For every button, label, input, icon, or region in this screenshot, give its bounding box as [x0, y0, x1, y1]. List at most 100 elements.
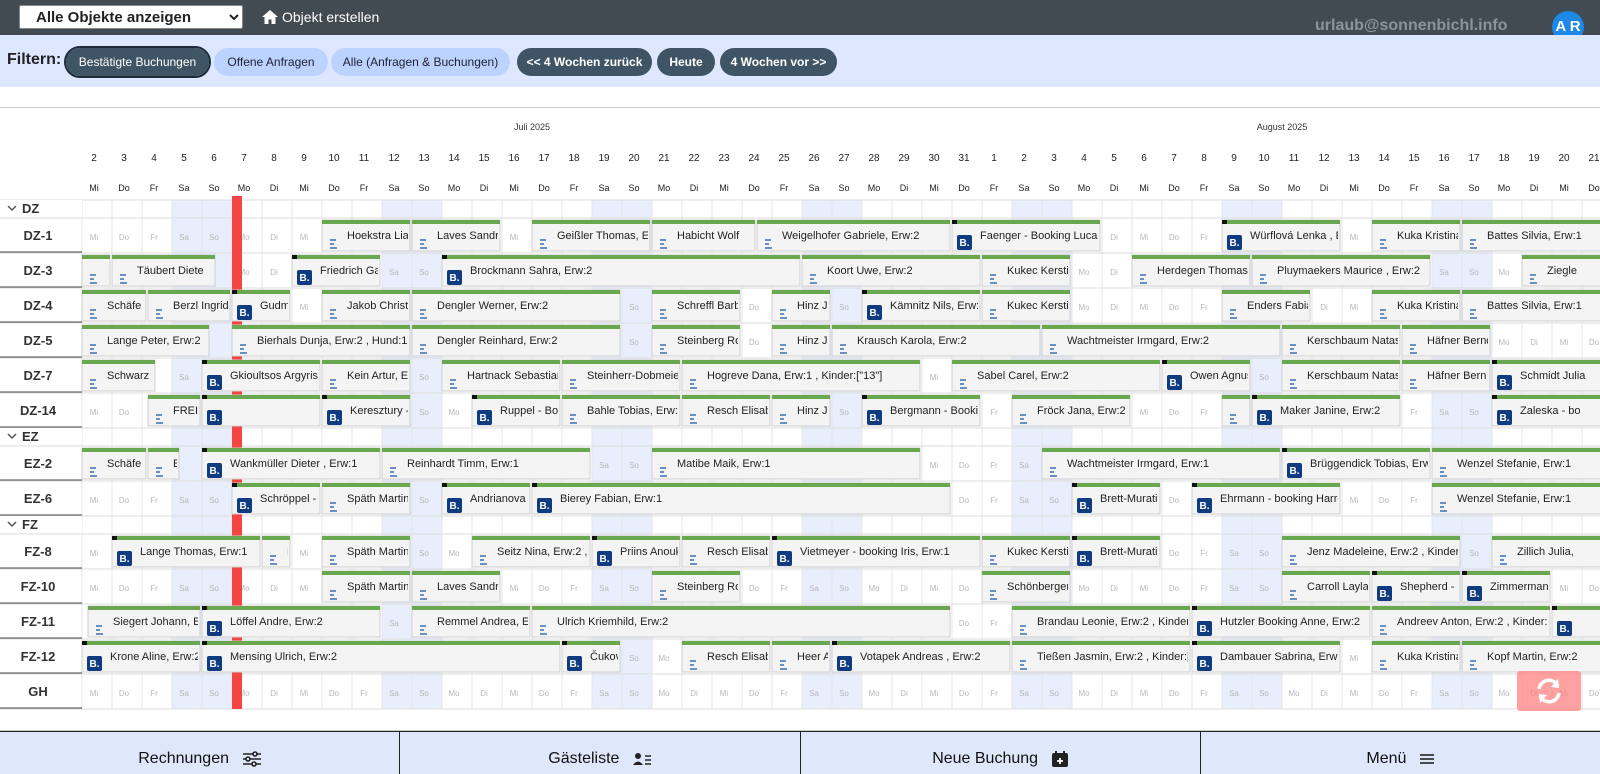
- booking-block[interactable]: Häfner Bern: [1401, 359, 1491, 392]
- booking-block[interactable]: B. Brüggendick Tobias, Erw:2: [1281, 447, 1440, 480]
- booking-block[interactable]: Sabel Carel, Erw:2: [951, 359, 1161, 392]
- booking-block[interactable]: Späth Martina: [321, 535, 416, 568]
- booking-block[interactable]: B. Faenger - Booking Lucas,: [951, 219, 1106, 252]
- booking-block[interactable]: Dengler Reinhard, Erw:2: [411, 324, 621, 357]
- booking-block[interactable]: Wenzel Stefanie, Erw:1: [1431, 447, 1600, 480]
- booking-block[interactable]: B.Keresztury - E: [321, 394, 420, 427]
- booking-block[interactable]: Laves Sandra,: [411, 219, 508, 252]
- booking-block[interactable]: B. Vietmeyer - booking Iris, Erw:1: [771, 535, 981, 568]
- booking-block[interactable]: Kopf Martin, Erw:2: [1461, 640, 1600, 673]
- booking-block[interactable]: Pluymaekers Maurice , Erw:2: [1251, 254, 1431, 287]
- booking-block[interactable]: Bierhals Dunja, Erw:2 , Hund:1: [231, 324, 411, 357]
- booking-block[interactable]: Battes Silvia, Erw:1: [1461, 289, 1600, 322]
- booking-block[interactable]: Carroll Layla: [1281, 570, 1371, 603]
- booking-block[interactable]: Täubert Diete: [111, 254, 216, 287]
- booking-block[interactable]: Jenz Madeleine, Erw:2 , Kinder:[: [1281, 535, 1465, 568]
- booking-block[interactable]: B. Mensing Ulrich, Erw:2: [201, 640, 561, 673]
- object-select[interactable]: Alle Objekte anzeigen: [19, 5, 243, 29]
- booking-block[interactable]: B. Löffel Andre, Erw:2: [201, 605, 381, 638]
- booking-block[interactable]: Kukec Kerstin: [981, 254, 1075, 287]
- booking-block[interactable]: Resch Elisab: [681, 394, 771, 427]
- booking-block[interactable]: Seitz Nina, Erw:2 ,: [471, 535, 591, 568]
- booking-block[interactable]: B. Andrianova: [441, 482, 531, 515]
- booking-block[interactable]: Steinherr-Dobmeie: [561, 359, 681, 392]
- booking-block[interactable]: B. Kämnitz Nils, Erw:2: [861, 289, 985, 322]
- booking-block[interactable]: [1221, 394, 1251, 427]
- booking-block[interactable]: Herdegen Thomas: [1131, 254, 1251, 287]
- booking-block[interactable]: Resch Elisab: [681, 535, 771, 568]
- booking-block[interactable]: Bahle Tobias, Erw:2: [561, 394, 684, 427]
- booking-block[interactable]: Wachtmeister Irmgard, Erw:1: [1041, 447, 1281, 480]
- booking-block[interactable]: Jakob Christ: [321, 289, 411, 322]
- booking-block[interactable]: Dengler Werner, Erw:2: [411, 289, 621, 322]
- booking-block[interactable]: Schreffl Barba: [651, 289, 747, 322]
- refresh-button[interactable]: [1517, 671, 1581, 711]
- booking-block[interactable]: B. Gkioultsos Argyris,: [201, 359, 321, 392]
- booking-block[interactable]: [81, 254, 111, 287]
- invoices-nav[interactable]: Rechnungen: [0, 731, 401, 774]
- booking-block[interactable]: B. Hutzler Booking Anne, Erw:2: [1191, 605, 1371, 638]
- booking-block[interactable]: Tießen Jasmin, Erw:2 , Kinder:[: [1011, 640, 1191, 673]
- booking-block[interactable]: B. Bergmann - Bookin: [861, 394, 984, 427]
- booking-block[interactable]: Battes Silvia, Erw:1: [1461, 219, 1600, 252]
- booking-block[interactable]: Andreev Anton, Erw:2 , Kinder:[: [1371, 605, 1551, 638]
- booking-block[interactable]: B. Dambauer Sabrina, Erw:2: [1191, 640, 1347, 673]
- booking-block[interactable]: Krausch Karola, Erw:2: [831, 324, 1041, 357]
- booking-block[interactable]: Schäfe: [81, 447, 147, 480]
- booking-block[interactable]: Kuka Kristina: [1371, 640, 1463, 673]
- booking-block[interactable]: B.Čukova: [561, 640, 628, 673]
- booking-block[interactable]: Kerschbaum Natas: [1281, 324, 1401, 357]
- four-weeks-back-button[interactable]: << 4 Wochen zurück: [517, 48, 652, 76]
- booking-block[interactable]: Reinhardt Timm, Erw:1: [381, 447, 591, 480]
- booking-block[interactable]: Laves Sandra: [411, 570, 506, 603]
- booking-block[interactable]: B. Lange Thomas, Erw:1: [111, 535, 261, 568]
- booking-block[interactable]: Remmel Andrea, E: [411, 605, 531, 638]
- booking-block[interactable]: Hinz Ju: [771, 289, 834, 322]
- booking-block[interactable]: Kuka Kristina: [1371, 289, 1463, 322]
- booking-block[interactable]: B. Schröppel -: [231, 482, 321, 515]
- booking-block[interactable]: Hinz Ju: [771, 394, 834, 427]
- booking-block[interactable]: B. Priins Anouk: [591, 535, 682, 568]
- booking-block[interactable]: Weigelhofer Gabriele, Erw:2: [756, 219, 951, 252]
- create-object-link[interactable]: Objekt erstellen: [262, 9, 379, 25]
- all-requests-bookings-button[interactable]: Alle (Anfragen & Buchungen): [331, 48, 510, 76]
- booking-block[interactable]: Kein Artur, Er: [321, 359, 412, 392]
- booking-block[interactable]: Resch Elisab: [681, 640, 771, 673]
- menu-nav[interactable]: Menü: [1200, 731, 1600, 774]
- booking-block[interactable]: Häfner Bernd: [1401, 324, 1492, 357]
- confirmed-bookings-button[interactable]: Bestätigte Buchungen: [64, 46, 211, 78]
- booking-block[interactable]: Kukec Kersti: [981, 535, 1071, 568]
- booking-block[interactable]: Hinz J: [771, 324, 831, 357]
- booking-block[interactable]: Geißler Thomas, Er: [531, 219, 653, 252]
- booking-block[interactable]: Berzl Ingrid: [147, 289, 231, 322]
- booking-block[interactable]: B. Owen Agnus,: [1161, 359, 1255, 392]
- booking-block[interactable]: Wachtmeister Irmgard, Erw:2: [1041, 324, 1281, 357]
- booking-block[interactable]: Lange Peter, Erw:2: [81, 324, 210, 357]
- booking-block[interactable]: Schäfe: [81, 289, 147, 322]
- booking-block[interactable]: Schönberger: [981, 570, 1071, 603]
- booking-block[interactable]: B. Ruppel - Boo: [471, 394, 564, 427]
- booking-block[interactable]: Zillich Julia,: [1491, 535, 1600, 568]
- booking-block[interactable]: Hartnack Sebastian: [441, 359, 563, 392]
- four-weeks-forward-button[interactable]: 4 Wochen vor >>: [720, 48, 837, 76]
- booking-block[interactable]: Brandau Leonie, Erw:2 , Kinder:[: [1011, 605, 1196, 638]
- booking-block[interactable]: B. Zaleska - bo: [1491, 394, 1600, 427]
- booking-block[interactable]: Hogreve Dana, Erw:1 , Kinder:["13"]: [681, 359, 921, 392]
- booking-block[interactable]: Fröck Jana, Erw:2: [1011, 394, 1131, 427]
- booking-block[interactable]: B. Krone Aline, Erw:2 ,: [81, 640, 207, 673]
- booking-block[interactable]: Späth Martina: [321, 570, 416, 603]
- booking-block[interactable]: B. Bierey Fabian, Erw:1: [531, 482, 951, 515]
- booking-block[interactable]: Steinberg Ros: [651, 570, 747, 603]
- booking-block[interactable]: B.: [201, 394, 321, 427]
- booking-block[interactable]: Ziegle: [1521, 254, 1600, 287]
- booking-block[interactable]: Habicht Wolf: [651, 219, 756, 252]
- booking-block[interactable]: Siegert Johann, Erw: [87, 605, 212, 638]
- booking-block[interactable]: Hoekstra Lia: [321, 219, 411, 252]
- booking-block[interactable]: E: [147, 447, 180, 480]
- new-booking-nav[interactable]: Neue Buchung: [800, 731, 1201, 774]
- booking-block[interactable]: B. Schmidt Julia: [1491, 359, 1600, 392]
- guest-list-nav[interactable]: Gästeliste: [400, 731, 801, 774]
- booking-block[interactable]: B. Wankmüller Dieter , Erw:1: [201, 447, 381, 480]
- booking-block[interactable]: Heer A: [771, 640, 831, 673]
- booking-block[interactable]: Späth Martina: [321, 482, 416, 515]
